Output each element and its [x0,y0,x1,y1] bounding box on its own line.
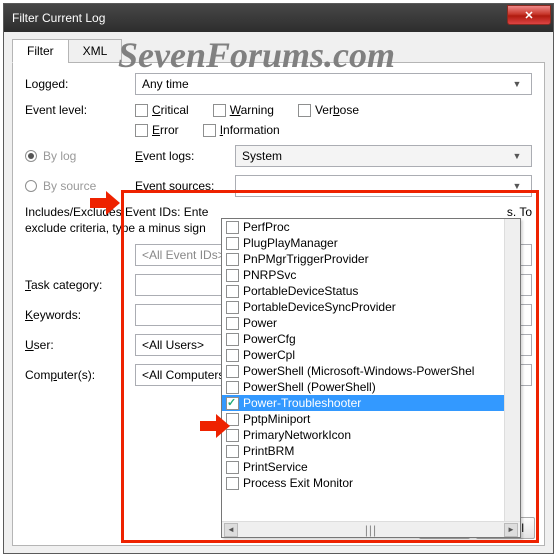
scroll-right-icon[interactable]: ► [504,523,518,537]
source-item[interactable]: Power [222,315,504,331]
vertical-scrollbar[interactable] [504,219,520,521]
chk-warning[interactable]: Warning [213,103,274,117]
source-item[interactable]: PortableDeviceSyncProvider [222,299,504,315]
label-task-category: Task category: [25,278,135,292]
logged-dropdown[interactable]: Any time ▼ [135,73,532,95]
chevron-down-icon: ▼ [509,79,525,89]
source-item[interactable]: PrintBRM [222,443,504,459]
label-event-sources: Event sources: [135,179,235,193]
source-item[interactable]: Process Exit Monitor [222,475,504,491]
chk-error[interactable]: Error [135,123,179,137]
source-item[interactable]: PlugPlayManager [222,235,504,251]
label-event-logs: Event logs: [135,149,235,163]
source-item[interactable]: PrintService [222,459,504,475]
source-item[interactable]: PowerShell (Microsoft-Windows-PowerShel [222,363,504,379]
event-sources-dropdown[interactable]: ▼ [235,175,532,197]
label-event-level: Event level: [25,103,135,117]
label-computers: Computer(s): [25,368,135,382]
chevron-down-icon: ▼ [509,181,525,191]
source-item[interactable]: PnPMgrTriggerProvider [222,251,504,267]
chk-critical[interactable]: Critical [135,103,189,117]
chevron-down-icon: ▼ [509,151,525,161]
source-item[interactable]: Power-Troubleshooter [222,395,504,411]
label-keywords: Keywords: [25,308,135,322]
event-sources-list[interactable]: PerfProcPlugPlayManagerPnPMgrTriggerProv… [221,218,521,538]
chk-verbose[interactable]: Verbose [298,103,359,117]
source-item[interactable]: PptpMiniport [222,411,504,427]
source-item[interactable]: PowerShell (PowerShell) [222,379,504,395]
titlebar: Filter Current Log ✕ [4,4,553,32]
close-button[interactable]: ✕ [507,5,551,25]
scroll-left-icon[interactable]: ◄ [224,523,238,537]
label-user: User: [25,338,135,352]
source-item[interactable]: PowerCpl [222,347,504,363]
tab-filter[interactable]: Filter [12,39,69,63]
event-logs-dropdown[interactable]: System ▼ [235,145,532,167]
window-title: Filter Current Log [12,11,105,25]
radio-by-log: By log [25,149,135,163]
source-item[interactable]: PrimaryNetworkIcon [222,427,504,443]
event-logs-value: System [242,149,282,163]
label-logged: Logged: [25,77,135,91]
logged-value: Any time [142,77,189,91]
source-item[interactable]: PortableDeviceStatus [222,283,504,299]
source-item[interactable]: PowerCfg [222,331,504,347]
source-item[interactable]: PerfProc [222,219,504,235]
radio-by-source: By source [25,179,135,193]
chk-information[interactable]: Information [203,123,280,137]
horizontal-scrollbar[interactable]: ◄ ||| ► [222,521,520,537]
tab-strip: Filter XML [12,38,545,63]
source-item[interactable]: PNRPSvc [222,267,504,283]
tab-xml[interactable]: XML [68,39,123,63]
